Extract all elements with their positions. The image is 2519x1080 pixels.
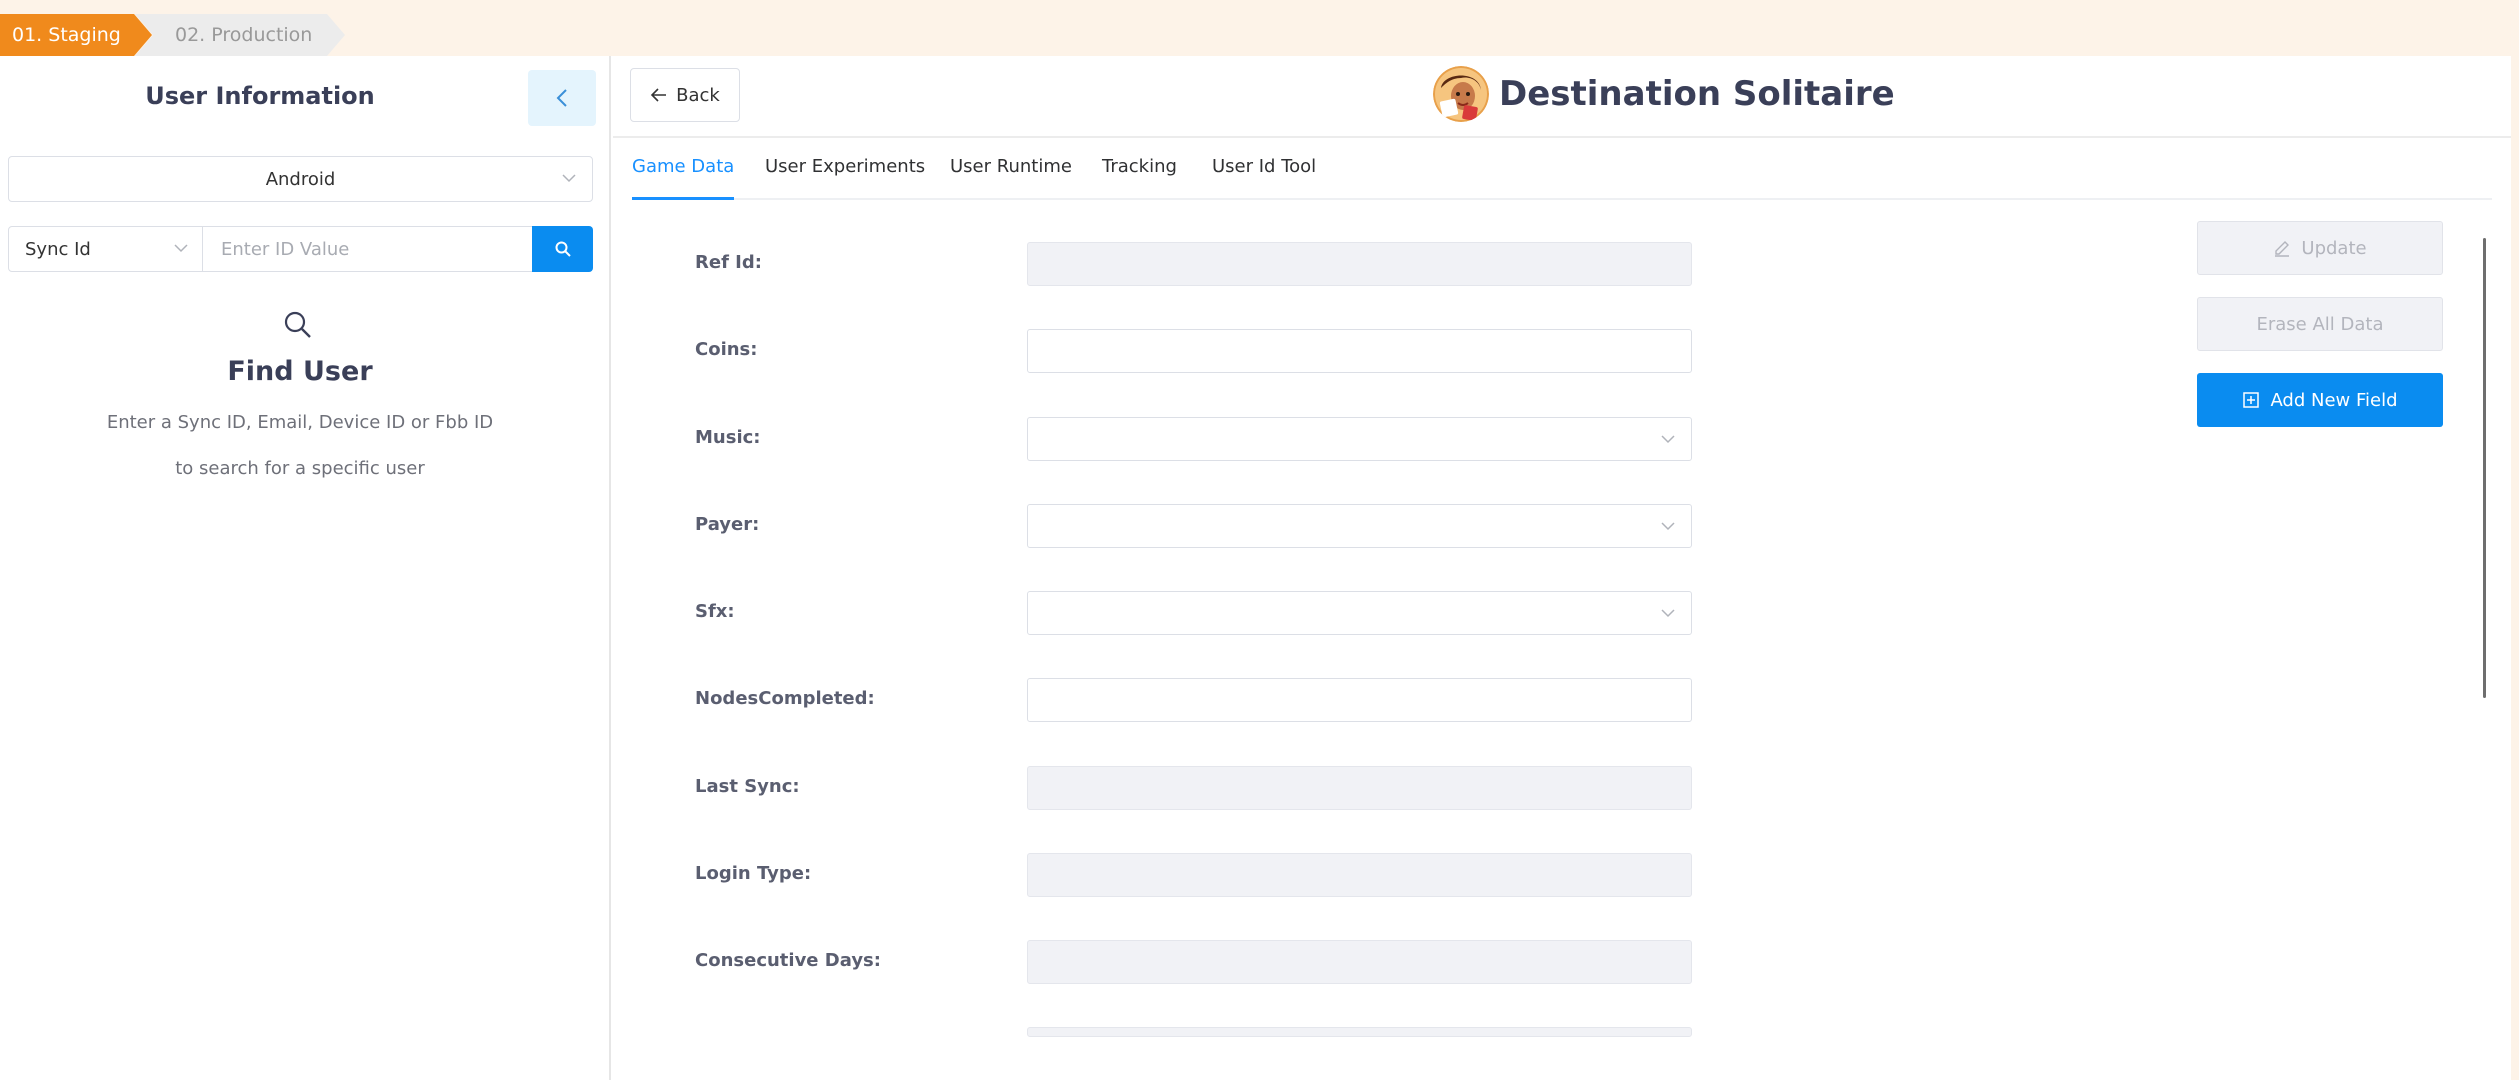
- update-button-label: Update: [2301, 237, 2367, 259]
- erase-button-label: Erase All Data: [2256, 313, 2384, 335]
- login-type-field[interactable]: [1027, 853, 1692, 897]
- login-type-label: Login Type:: [695, 863, 812, 884]
- tab-user-id-tool[interactable]: User Id Tool: [1212, 156, 1316, 200]
- env-staging-label: 01. Staging: [12, 24, 121, 46]
- find-user-description-line2: to search for a specific user: [175, 458, 425, 479]
- music-select[interactable]: [1027, 417, 1692, 461]
- sfx-select[interactable]: [1027, 591, 1692, 635]
- form-row-coins: Coins:: [695, 329, 1695, 373]
- form-row-login-type: Login Type:: [695, 853, 1695, 897]
- coins-field[interactable]: [1027, 329, 1692, 373]
- platform-select-value: Android: [265, 168, 336, 190]
- form-row-ref-id: Ref Id:: [695, 242, 1695, 286]
- nodes-completed-field[interactable]: [1027, 678, 1692, 722]
- ref-id-label: Ref Id:: [695, 252, 762, 273]
- game-logo-icon: [1433, 66, 1489, 122]
- right-edge-strip: [2511, 56, 2519, 1080]
- env-step-production[interactable]: 02. Production: [135, 14, 345, 56]
- tab-user-runtime[interactable]: User Runtime: [950, 156, 1072, 200]
- form-row-payer: Payer:: [695, 504, 1695, 548]
- sfx-label: Sfx:: [695, 601, 735, 622]
- chevron-down-icon: [1661, 609, 1675, 618]
- payer-select[interactable]: [1027, 504, 1692, 548]
- search-icon: [555, 241, 571, 257]
- ref-id-field[interactable]: [1027, 242, 1692, 286]
- environment-bar: 01. Staging 02. Production: [0, 0, 2519, 56]
- form-row-nodes-completed: NodesCompleted:: [695, 678, 1695, 722]
- next-field-partial[interactable]: [1027, 1027, 1692, 1037]
- plus-square-icon: [2243, 392, 2260, 408]
- collapse-sidebar-button[interactable]: [528, 70, 596, 126]
- form-row-music: Music:: [695, 417, 1695, 461]
- music-label: Music:: [695, 427, 761, 448]
- form-row-sfx: Sfx:: [695, 591, 1695, 635]
- chevron-left-icon: [556, 89, 567, 107]
- back-button-label: Back: [676, 84, 720, 106]
- id-type-select[interactable]: Sync Id: [8, 226, 203, 272]
- form-row-last-sync: Last Sync:: [695, 766, 1695, 810]
- tab-game-data[interactable]: Game Data: [632, 156, 735, 200]
- arrow-left-icon: [651, 88, 667, 102]
- last-sync-label: Last Sync:: [695, 776, 800, 797]
- form-row-next-partial: [695, 1027, 1695, 1037]
- coins-label: Coins:: [695, 339, 758, 360]
- main-tabs: Game Data User Experiments User Runtime …: [632, 140, 2492, 200]
- update-button[interactable]: Update: [2197, 221, 2443, 275]
- chevron-down-icon: [1661, 435, 1675, 444]
- env-production-label: 02. Production: [175, 24, 313, 46]
- find-user-title: Find User: [227, 356, 373, 387]
- last-sync-field[interactable]: [1027, 766, 1692, 810]
- magnifier-icon: [284, 311, 311, 338]
- chevron-down-icon: [562, 174, 576, 183]
- id-value-input[interactable]: [203, 226, 533, 272]
- chevron-down-icon: [174, 244, 188, 253]
- back-button[interactable]: Back: [630, 68, 740, 122]
- env-step-staging[interactable]: 01. Staging: [0, 14, 152, 56]
- consecutive-days-label: Consecutive Days:: [695, 950, 881, 971]
- edit-icon: [2275, 241, 2290, 257]
- tab-tracking[interactable]: Tracking: [1102, 156, 1177, 200]
- nodes-completed-label: NodesCompleted:: [695, 688, 875, 709]
- form-row-consecutive-days: Consecutive Days:: [695, 940, 1695, 984]
- tab-user-experiments[interactable]: User Experiments: [765, 156, 925, 200]
- user-info-sidebar: User Information Android Sync Id Find Us…: [0, 56, 611, 1080]
- erase-all-data-button[interactable]: Erase All Data: [2197, 297, 2443, 351]
- add-button-label: Add New Field: [2270, 389, 2398, 411]
- game-title-group: Destination Solitaire: [1433, 66, 1895, 122]
- sidebar-title: User Information: [145, 82, 375, 110]
- id-type-select-value: Sync Id: [25, 238, 91, 260]
- consecutive-days-field[interactable]: [1027, 940, 1692, 984]
- main-header: Back Destination Solitaire: [613, 56, 2511, 138]
- payer-label: Payer:: [695, 514, 760, 535]
- find-user-description-line1: Enter a Sync ID, Email, Device ID or Fbb…: [106, 412, 494, 433]
- chevron-down-icon: [1661, 522, 1675, 531]
- game-title: Destination Solitaire: [1499, 74, 1895, 114]
- search-button[interactable]: [532, 226, 593, 272]
- add-new-field-button[interactable]: Add New Field: [2197, 373, 2443, 427]
- platform-select[interactable]: Android: [8, 156, 593, 202]
- scrollbar-thumb[interactable]: [2483, 238, 2486, 698]
